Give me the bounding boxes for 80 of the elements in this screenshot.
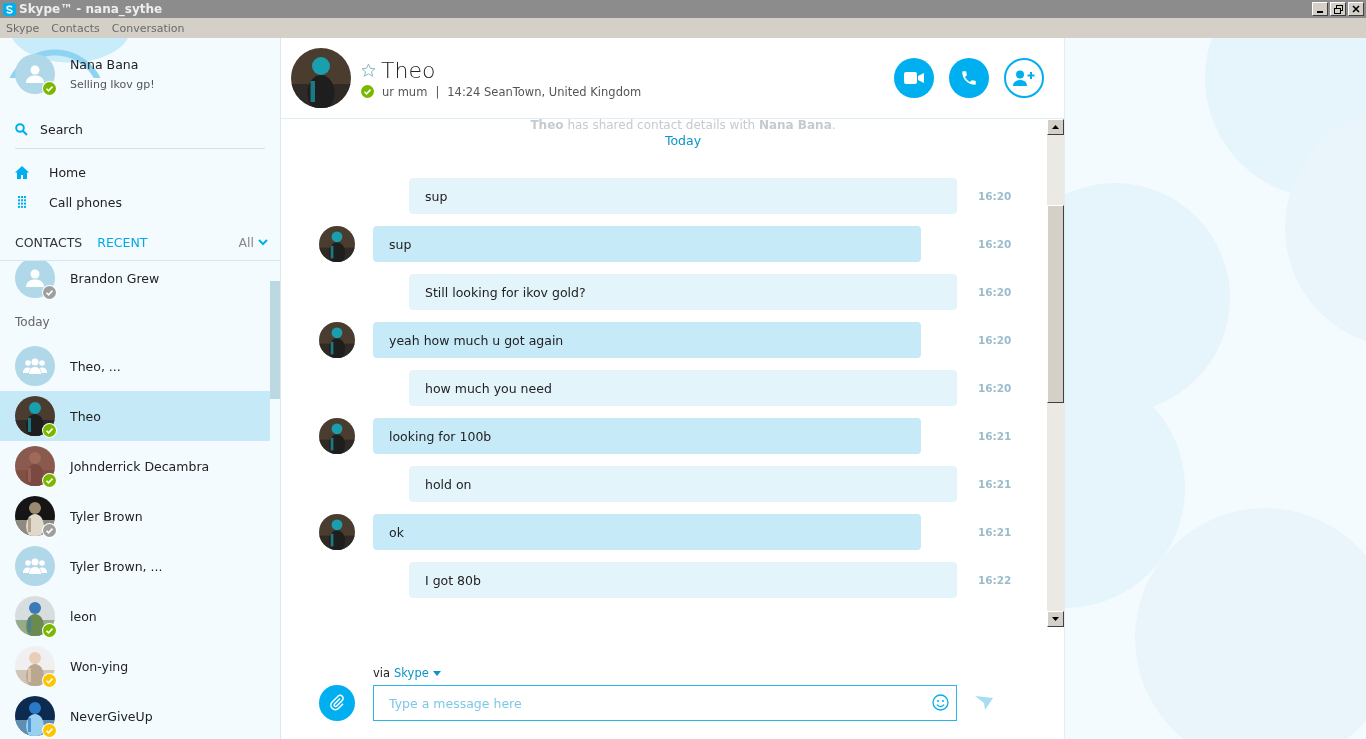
contact-item[interactable]: Tyler Brown bbox=[0, 491, 270, 541]
search-icon bbox=[15, 122, 28, 136]
person-icon bbox=[25, 64, 45, 84]
restore-button[interactable] bbox=[1330, 2, 1346, 16]
emoticon-icon[interactable] bbox=[932, 694, 949, 711]
message-time: 16:20 bbox=[978, 190, 1012, 202]
video-camera-icon bbox=[904, 72, 924, 84]
message-bubble: Still looking for ikov gold? bbox=[409, 274, 957, 310]
mood-message: ur mum bbox=[382, 84, 428, 99]
contact-item[interactable]: Theo bbox=[0, 391, 270, 441]
restore-icon bbox=[1333, 4, 1343, 14]
nav-item[interactable]: Call phones bbox=[0, 187, 280, 217]
paperclip-icon bbox=[328, 694, 346, 712]
window-title: Skype™ - nana_sythe bbox=[19, 2, 163, 16]
tab[interactable]: CONTACTS bbox=[15, 235, 83, 250]
separator: | bbox=[435, 84, 440, 99]
star-icon[interactable] bbox=[361, 62, 376, 78]
down-arrow-icon bbox=[1052, 617, 1059, 621]
attach-button[interactable] bbox=[319, 685, 355, 721]
person-icon bbox=[25, 268, 45, 288]
group-icon bbox=[23, 558, 47, 574]
minimize-button[interactable] bbox=[1312, 2, 1328, 16]
contact-item[interactable]: leon bbox=[0, 591, 270, 641]
message-bubble: I got 80b bbox=[409, 562, 957, 598]
message-bubble: looking for 100b bbox=[373, 418, 921, 454]
add-person-icon bbox=[1013, 70, 1035, 86]
contact-item[interactable]: Johnderrick Decambra bbox=[0, 441, 270, 491]
message-bubble: how much you need bbox=[409, 370, 957, 406]
filter-dropdown[interactable]: All bbox=[238, 235, 268, 250]
nav-item[interactable]: Home bbox=[0, 157, 280, 187]
message-time: 16:20 bbox=[978, 286, 1012, 298]
message-bubble: yeah how much u got again bbox=[373, 322, 921, 358]
message-bubble: sup bbox=[373, 226, 921, 262]
scroll-up-button[interactable] bbox=[1047, 119, 1064, 135]
message-bubble: ok bbox=[373, 514, 921, 550]
menu-item[interactable]: Conversation bbox=[111, 21, 185, 35]
contact-item[interactable]: Tyler Brown, ... bbox=[0, 541, 270, 591]
section-header: Today bbox=[14, 314, 51, 331]
contact-item[interactable]: NeverGiveUp bbox=[0, 691, 270, 739]
scroll-down-button[interactable] bbox=[1047, 611, 1064, 627]
message-time: 16:21 bbox=[978, 430, 1012, 442]
message-bubble: sup bbox=[409, 178, 957, 214]
message-time: 16:21 bbox=[978, 526, 1012, 538]
mood-message: Selling Ikov gp! bbox=[70, 78, 155, 91]
message-time: 16:20 bbox=[978, 334, 1012, 346]
contact-item[interactable]: Won-ying bbox=[0, 641, 270, 691]
profile-name: Nana Bana bbox=[70, 57, 140, 72]
phone-icon bbox=[960, 69, 978, 87]
video-call-button[interactable] bbox=[894, 58, 934, 98]
home-icon bbox=[15, 165, 29, 179]
group-icon bbox=[23, 358, 47, 374]
via-label: via bbox=[373, 666, 391, 680]
contact-item[interactable]: Theo, ... bbox=[0, 341, 270, 391]
search-link[interactable]: Search bbox=[0, 110, 280, 148]
skype-logo-icon bbox=[3, 2, 16, 16]
message-time: 16:20 bbox=[978, 382, 1012, 394]
message-input[interactable]: Type a message here bbox=[373, 685, 957, 721]
caret-icon bbox=[432, 670, 441, 676]
message-bubble: hold on bbox=[409, 466, 957, 502]
contact-item[interactable]: Brandon Grew bbox=[0, 261, 270, 303]
system-notice: Theo has shared contact details with Nana Bana. bbox=[529, 119, 837, 133]
chevron-icon bbox=[258, 239, 268, 246]
scrollbar-thumb[interactable] bbox=[1047, 205, 1064, 403]
add-contact-button[interactable] bbox=[1004, 58, 1044, 98]
close-icon bbox=[1352, 5, 1360, 13]
location-text: 14:24 SeanTown, United Kingdom bbox=[447, 84, 642, 99]
date-separator: Today bbox=[663, 133, 703, 148]
scrollbar-thumb[interactable] bbox=[270, 281, 280, 399]
contact-name: Theo bbox=[361, 57, 642, 83]
message-time: 16:20 bbox=[978, 238, 1012, 250]
service-link[interactable]: Skype bbox=[394, 666, 441, 680]
up-arrow-icon bbox=[1052, 125, 1059, 129]
send-icon[interactable] bbox=[975, 696, 993, 710]
close-button[interactable] bbox=[1348, 2, 1364, 16]
message-time: 16:21 bbox=[978, 478, 1012, 490]
call-button[interactable] bbox=[949, 58, 989, 98]
dialpad-icon bbox=[15, 195, 29, 209]
menu-item[interactable]: Skype bbox=[6, 21, 40, 35]
menu-item[interactable]: Contacts bbox=[51, 21, 100, 35]
message-time: 16:22 bbox=[978, 574, 1012, 586]
